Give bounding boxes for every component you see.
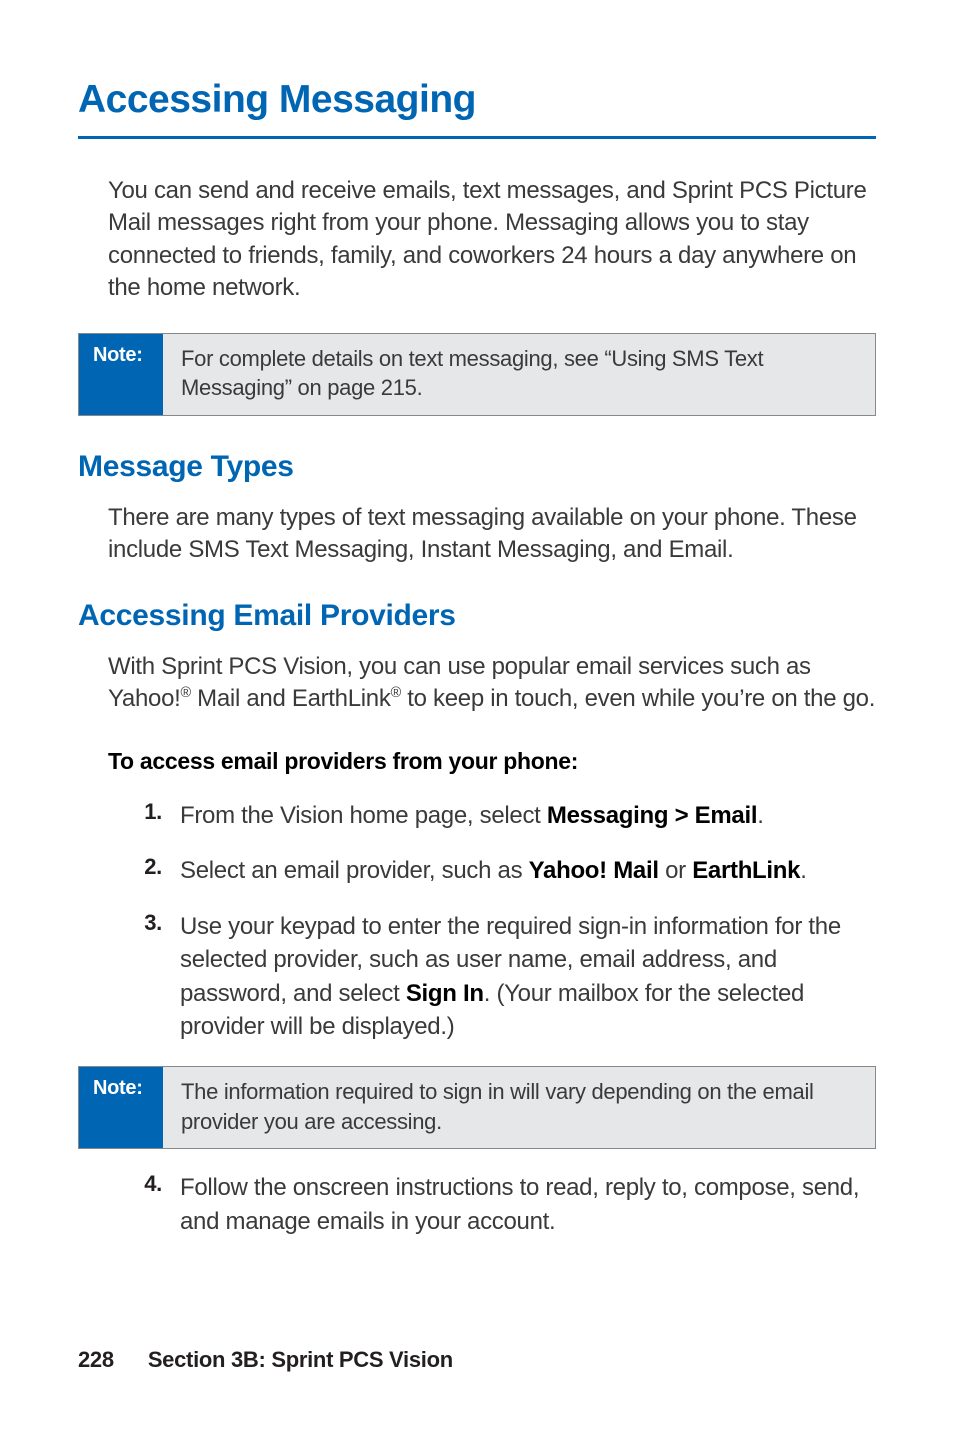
note-box-2: Note: The information required to sign i… [78, 1066, 876, 1149]
step-number: 2. [136, 854, 180, 888]
page-number: 228 [78, 1347, 114, 1372]
intro-paragraph: You can send and receive emails, text me… [108, 175, 876, 305]
heading-email-providers: Accessing Email Providers [78, 599, 876, 633]
procedure-lead: To access email providers from your phon… [108, 748, 876, 775]
list-item: 3. Use your keypad to enter the required… [136, 910, 876, 1044]
note-label: Note: [79, 334, 163, 415]
step-number: 3. [136, 910, 180, 1044]
text: Select an email provider, such as [180, 857, 529, 884]
text: Mail and EarthLink [191, 685, 391, 712]
message-types-body: There are many types of text messaging a… [108, 502, 876, 567]
note-label: Note: [79, 1067, 163, 1148]
reg-mark: ® [181, 685, 191, 701]
step-body: Follow the onscreen instructions to read… [180, 1171, 876, 1238]
text: . [800, 857, 806, 884]
bold-text: Yahoo! Mail [529, 857, 659, 884]
bold-text: Sign In [406, 980, 484, 1007]
step-number: 1. [136, 799, 180, 833]
list-item: 1. From the Vision home page, select Mes… [136, 799, 876, 833]
step-body: Use your keypad to enter the required si… [180, 910, 876, 1044]
email-providers-intro: With Sprint PCS Vision, you can use popu… [108, 651, 876, 716]
note-box-1: Note: For complete details on text messa… [78, 333, 876, 416]
page-footer: 228 Section 3B: Sprint PCS Vision [78, 1347, 453, 1373]
list-item: 2. Select an email provider, such as Yah… [136, 854, 876, 888]
note-text: For complete details on text messaging, … [163, 334, 875, 415]
bold-text: EarthLink [692, 857, 800, 884]
note-text: The information required to sign in will… [163, 1067, 875, 1148]
step-body: From the Vision home page, select Messag… [180, 799, 764, 833]
list-item: 4. Follow the onscreen instructions to r… [136, 1171, 876, 1238]
step-number: 4. [136, 1171, 180, 1238]
reg-mark: ® [391, 685, 401, 701]
text: . [757, 802, 763, 829]
text: or [659, 857, 692, 884]
step-body: Select an email provider, such as Yahoo!… [180, 854, 807, 888]
page-title: Accessing Messaging [78, 78, 876, 139]
heading-message-types: Message Types [78, 450, 876, 484]
text: to keep in touch, even while you’re on t… [401, 685, 875, 712]
bold-text: Messaging > Email [547, 802, 757, 829]
text: From the Vision home page, select [180, 802, 547, 829]
section-label: Section 3B: Sprint PCS Vision [148, 1347, 453, 1372]
